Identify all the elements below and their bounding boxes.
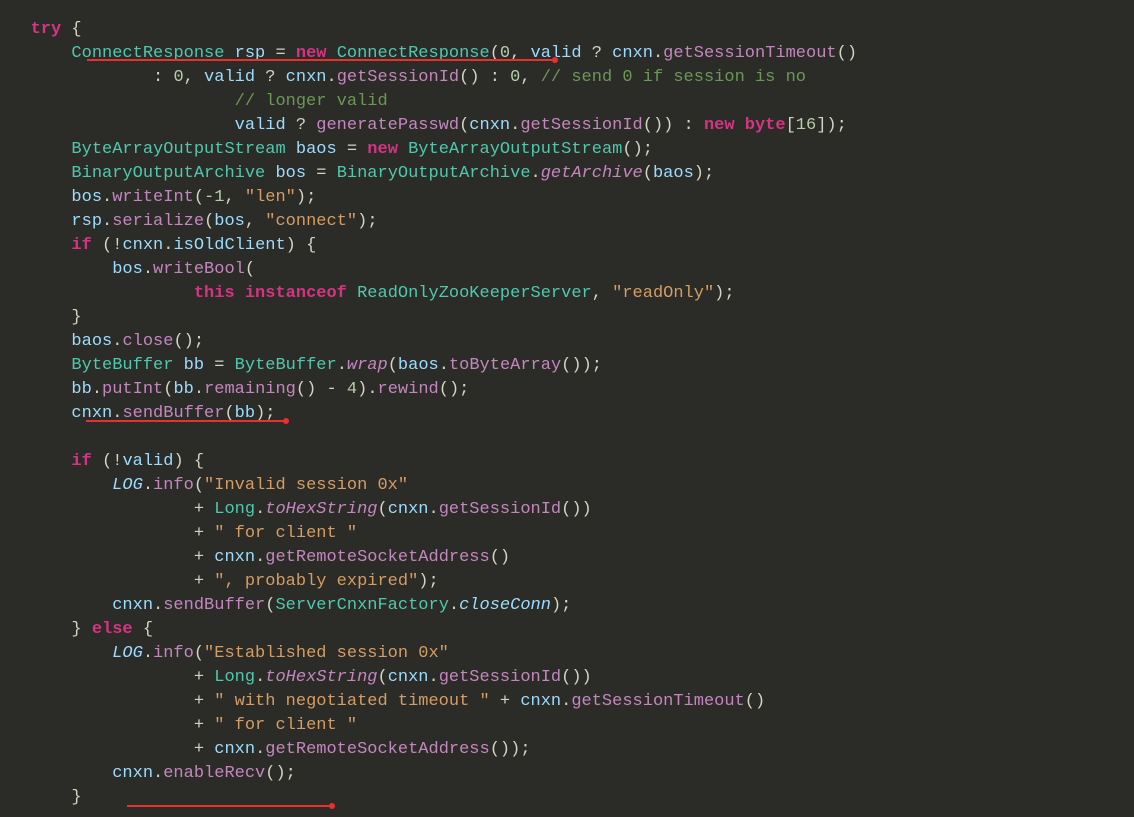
annotation-underline [127, 805, 332, 807]
code-block: try { ConnectResponse rsp = new ConnectR… [0, 0, 1134, 810]
annotation-underline [87, 59, 555, 61]
t-try: try { ConnectResponse rsp = new ConnectR… [0, 20, 857, 807]
annotation-underline [86, 420, 286, 422]
